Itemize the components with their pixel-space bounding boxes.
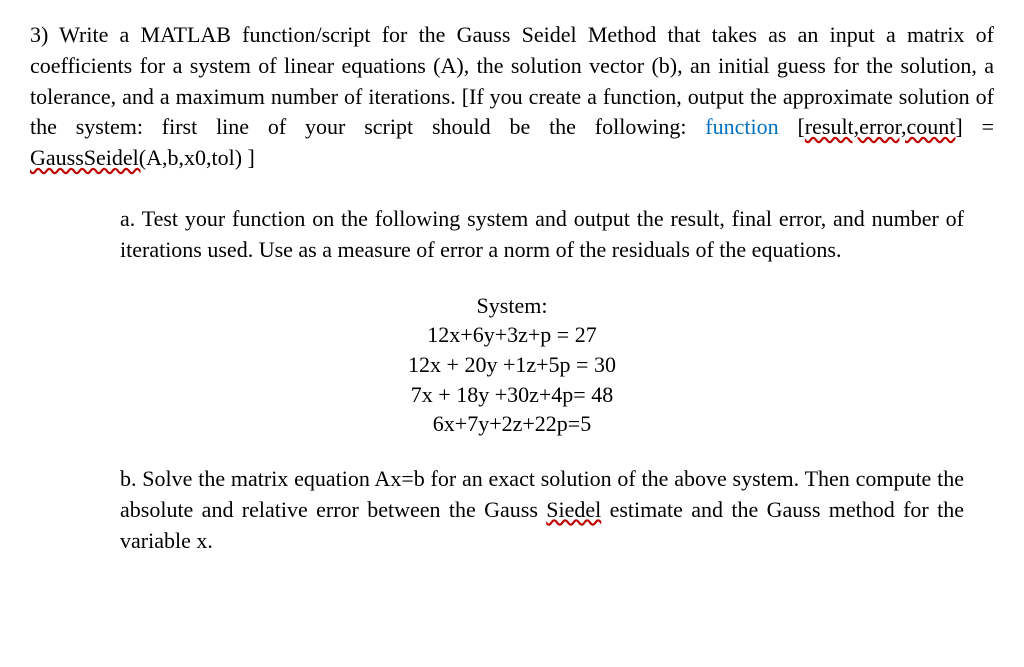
part-a-label: a.	[120, 206, 135, 231]
func-outputs: result,error,count	[805, 114, 956, 139]
equation-2: 12x + 20y +1z+5p = 30	[30, 350, 994, 380]
func-sig-open: [	[779, 114, 805, 139]
func-sig-close: ] =	[955, 114, 994, 139]
func-args: A,b,x0,tol) ]	[146, 145, 255, 170]
system-title: System:	[30, 291, 994, 321]
system-equations: System: 12x+6y+3z+p = 27 12x + 20y +1z+5…	[30, 291, 994, 439]
equation-1: 12x+6y+3z+p = 27	[30, 320, 994, 350]
part-b: b. Solve the matrix equation Ax=b for an…	[120, 464, 964, 556]
equation-3: 7x + 18y +30z+4p= 48	[30, 380, 994, 410]
question-number: 3)	[30, 22, 48, 47]
equation-4: 6x+7y+2z+22p=5	[30, 409, 994, 439]
part-a: a. Test your function on the following s…	[120, 204, 964, 266]
part-a-text: Test your function on the following syst…	[120, 206, 964, 262]
question-3-paragraph: 3) Write a MATLAB function/script for th…	[30, 20, 994, 174]
func-name: GaussSeidel(	[30, 145, 146, 170]
function-keyword: function	[705, 114, 778, 139]
siedel-misspell: Siedel	[546, 497, 601, 522]
part-b-label: b.	[120, 466, 137, 491]
